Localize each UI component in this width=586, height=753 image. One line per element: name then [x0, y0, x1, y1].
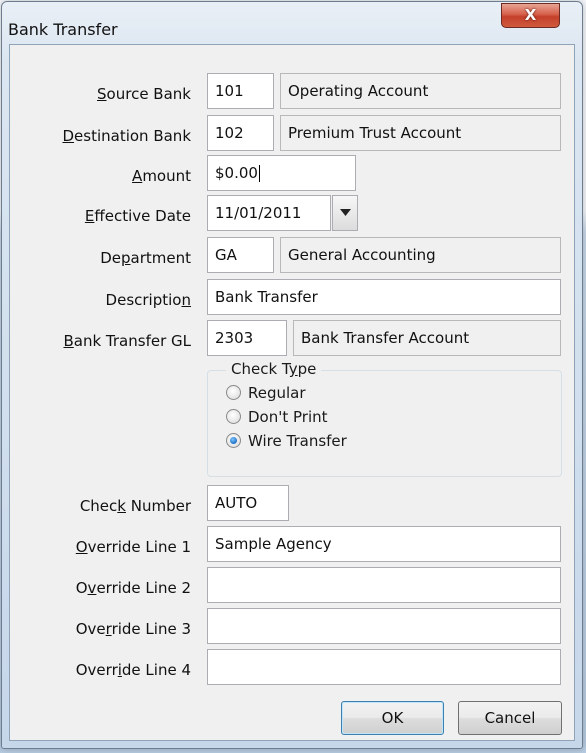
radio-regular-label: Regular	[248, 384, 306, 402]
text-caret	[258, 165, 260, 182]
window-title: Bank Transfer	[8, 20, 118, 39]
check-type-title: Check Type	[226, 360, 322, 378]
cancel-button[interactable]: Cancel	[458, 701, 562, 735]
override-line-2-label: Override Line 2	[75, 579, 191, 597]
source-bank-code-input[interactable]: 101	[207, 73, 274, 109]
override-line-4-input[interactable]	[207, 649, 561, 685]
destination-bank-code-input[interactable]: 102	[207, 115, 274, 151]
check-number-input[interactable]: AUTO	[207, 485, 289, 521]
amount-label: Amount	[132, 167, 191, 185]
destination-bank-name: Premium Trust Account	[280, 115, 561, 151]
override-line-2-input[interactable]	[207, 567, 561, 603]
override-line-1-label: Override Line 1	[75, 538, 191, 556]
radio-wire-transfer-label: Wire Transfer	[248, 432, 347, 450]
title-bar[interactable]: Bank Transfer X	[2, 2, 582, 42]
override-line-3-input[interactable]	[207, 608, 561, 644]
source-bank-label: Source Bank	[97, 85, 191, 103]
bank-transfer-dialog: Bank Transfer X Source Bank 101 Operatin…	[1, 1, 583, 749]
check-number-label: Check Number	[79, 497, 191, 515]
source-bank-name: Operating Account	[280, 73, 561, 109]
chevron-down-icon	[340, 209, 351, 216]
check-type-group: Check Type Regular Don't Print Wire Tran…	[207, 360, 562, 477]
dialog-client-area: Source Bank 101 Operating Account Destin…	[9, 44, 575, 741]
radio-dont-print-label: Don't Print	[248, 408, 328, 426]
effective-date-label: Effective Date	[84, 207, 191, 225]
override-line-4-label: Override Line 4	[75, 661, 191, 679]
radio-button-icon[interactable]	[226, 385, 241, 400]
radio-button-icon[interactable]	[226, 409, 241, 424]
override-line-3-label: Override Line 3	[75, 620, 191, 638]
destination-bank-label: Destination Bank	[62, 127, 191, 145]
description-label: Description	[105, 291, 191, 309]
bank-transfer-gl-name: Bank Transfer Account	[293, 320, 561, 356]
close-icon: X	[524, 6, 537, 24]
bank-transfer-gl-code-input[interactable]: 2303	[207, 320, 287, 356]
department-label: Department	[100, 249, 191, 267]
amount-input[interactable]: $0.00	[207, 155, 356, 191]
amount-value: $0.00	[215, 164, 258, 182]
department-code-input[interactable]: GA	[207, 237, 274, 273]
close-button[interactable]: X	[501, 3, 560, 28]
description-input[interactable]: Bank Transfer	[207, 279, 561, 315]
radio-button-selected-icon[interactable]	[226, 433, 241, 448]
ok-button[interactable]: OK	[341, 701, 444, 735]
department-name: General Accounting	[280, 237, 561, 273]
override-line-1-input[interactable]: Sample Agency	[207, 526, 561, 562]
bank-transfer-gl-label: Bank Transfer GL	[63, 332, 191, 350]
effective-date-input[interactable]: 11/01/2011	[207, 195, 331, 231]
effective-date-dropdown-button[interactable]	[332, 195, 358, 231]
